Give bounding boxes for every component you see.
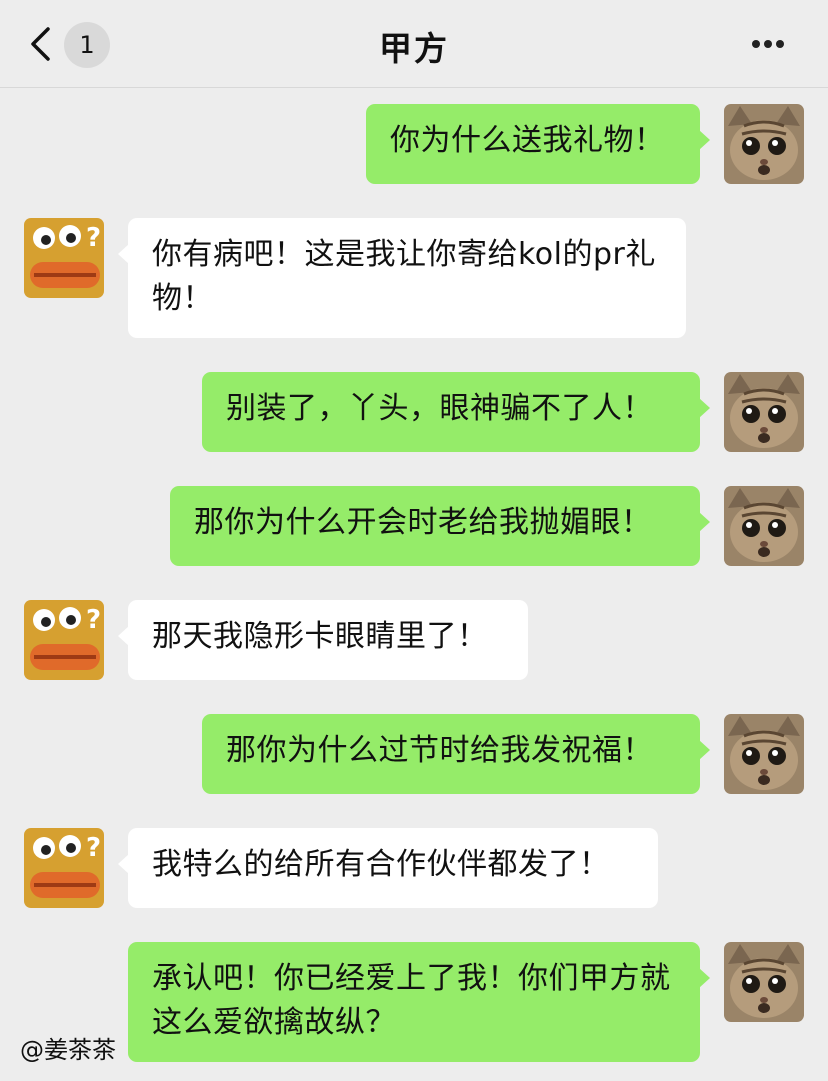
svg-text:?: ? <box>86 223 101 253</box>
message-bubble[interactable]: 我特么的给所有合作伙伴都发了！ <box>118 828 658 908</box>
dot <box>764 40 772 48</box>
chat-header: 1 甲方 <box>0 0 828 88</box>
cat-avatar-icon <box>724 714 804 794</box>
message-bubble[interactable]: 你有病吧！这是我让你寄给kol的pr礼物！ <box>118 218 686 338</box>
message-bubble[interactable]: 你为什么送我礼物！ <box>366 104 710 184</box>
message-bubble[interactable]: 那天我隐形卡眼睛里了！ <box>118 600 528 680</box>
contact-avatar[interactable]: ? <box>24 600 104 680</box>
message-bubble[interactable]: 那你为什么开会时老给我抛媚眼！ <box>170 486 710 566</box>
my-avatar[interactable] <box>724 104 804 184</box>
message-bubble[interactable]: 那你为什么过节时给我发祝福！ <box>202 714 710 794</box>
contact-avatar[interactable]: ? <box>24 218 104 298</box>
contact-avatar[interactable]: ? <box>24 828 104 908</box>
my-avatar[interactable] <box>724 486 804 566</box>
dot <box>776 40 784 48</box>
watermark: @姜茶茶 <box>20 1036 116 1064</box>
message-bubble[interactable]: 承认吧！你已经爱上了我！你们甲方就这么爱欲擒故纵？ <box>128 942 710 1062</box>
svg-text:?: ? <box>86 605 101 635</box>
my-avatar[interactable] <box>724 372 804 452</box>
duck-face-avatar-icon: ? <box>24 600 104 680</box>
more-options-button[interactable] <box>752 30 792 58</box>
duck-face-avatar-icon: ? <box>24 218 104 298</box>
my-avatar[interactable] <box>724 942 804 1022</box>
svg-text:?: ? <box>86 833 101 863</box>
cat-avatar-icon <box>724 372 804 452</box>
message-bubble[interactable]: 别装了，丫头，眼神骗不了人！ <box>202 372 710 452</box>
cat-avatar-icon <box>724 104 804 184</box>
duck-face-avatar-icon: ? <box>24 828 104 908</box>
cat-avatar-icon <box>724 486 804 566</box>
my-avatar[interactable] <box>724 714 804 794</box>
cat-avatar-icon <box>724 942 804 1022</box>
chat-title: 甲方 <box>379 29 449 68</box>
more-dots-icon <box>752 40 760 48</box>
